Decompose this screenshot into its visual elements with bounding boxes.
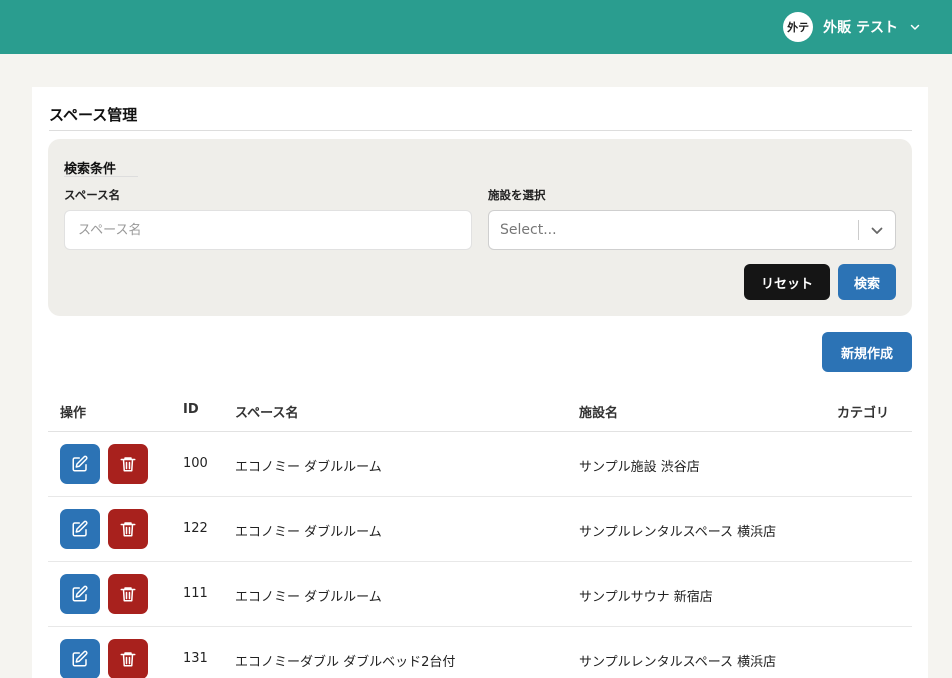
trash-icon <box>120 522 136 537</box>
search-button[interactable]: 検索 <box>838 264 896 300</box>
user-name[interactable]: 外販 テスト <box>823 17 898 37</box>
cell-id: 111 <box>183 586 208 601</box>
facility-select-value: Select... <box>500 222 557 238</box>
edit-icon <box>72 455 88 472</box>
cell-facility-name: サンプルレンタルスペース 横浜店 <box>579 655 777 670</box>
delete-button[interactable] <box>108 444 148 484</box>
delete-button[interactable] <box>108 574 148 614</box>
create-new-button[interactable]: 新規作成 <box>822 332 912 372</box>
page-title: スペース管理 <box>49 106 138 124</box>
header-id: ID <box>183 402 199 417</box>
spaces-table: 操作 ID スペース名 施設名 カテゴリ 100 エコノミー ダブルルーム サン… <box>48 391 912 678</box>
table-row: 100 エコノミー ダブルルーム サンプル施設 渋谷店 <box>48 432 912 497</box>
panel-title-divider <box>64 176 138 177</box>
table-header: 操作 ID スペース名 施設名 カテゴリ <box>48 391 912 432</box>
table-row: 122 エコノミー ダブルルーム サンプルレンタルスペース 横浜店 <box>48 497 912 562</box>
avatar[interactable]: 外テ <box>783 12 814 42</box>
table-row: 111 エコノミー ダブルルーム サンプルサウナ 新宿店 <box>48 562 912 627</box>
edit-icon <box>72 585 88 602</box>
edit-icon <box>72 520 88 537</box>
main-card: スペース管理 検索条件 スペース名 施設を選択 Select... リセット 検… <box>32 87 928 678</box>
edit-button[interactable] <box>60 574 100 614</box>
cell-id: 100 <box>183 456 208 471</box>
header-category: カテゴリ <box>837 406 890 421</box>
reset-button[interactable]: リセット <box>744 264 830 300</box>
space-name-input[interactable] <box>64 210 472 250</box>
select-separator <box>858 220 859 240</box>
cell-space-name: エコノミーダブル ダブルベッド2台付 <box>235 655 456 670</box>
cell-space-name: エコノミー ダブルルーム <box>235 525 382 540</box>
cell-facility-name: サンプルサウナ 新宿店 <box>579 590 713 605</box>
delete-button[interactable] <box>108 509 148 549</box>
cell-id: 122 <box>183 521 208 536</box>
chevron-down-icon[interactable] <box>870 225 884 237</box>
title-divider <box>49 130 912 131</box>
cell-facility-name: サンプルレンタルスペース 横浜店 <box>579 525 777 540</box>
edit-button[interactable] <box>60 509 100 549</box>
space-name-label: スペース名 <box>64 188 121 202</box>
edit-button[interactable] <box>60 444 100 484</box>
header-facility-name: 施設名 <box>579 406 619 421</box>
cell-space-name: エコノミー ダブルルーム <box>235 460 382 475</box>
user-menu[interactable]: 外テ 外販 テスト <box>783 12 920 42</box>
trash-icon <box>120 587 136 602</box>
cell-facility-name: サンプル施設 渋谷店 <box>579 460 700 475</box>
edit-button[interactable] <box>60 639 100 678</box>
trash-icon <box>120 652 136 667</box>
delete-button[interactable] <box>108 639 148 678</box>
edit-icon <box>72 650 88 667</box>
table-row: 131 エコノミーダブル ダブルベッド2台付 サンプルレンタルスペース 横浜店 <box>48 627 912 678</box>
header-space-name: スペース名 <box>235 406 299 421</box>
search-panel: 検索条件 スペース名 施設を選択 Select... リセット 検索 <box>48 139 912 316</box>
search-panel-title: 検索条件 <box>64 162 117 177</box>
facility-label: 施設を選択 <box>488 188 546 202</box>
top-header: 外テ 外販 テスト <box>0 0 952 54</box>
header-actions: 操作 <box>60 406 87 421</box>
trash-icon <box>120 457 136 472</box>
cell-id: 131 <box>183 651 208 666</box>
facility-select[interactable]: Select... <box>488 210 896 250</box>
cell-space-name: エコノミー ダブルルーム <box>235 590 382 605</box>
chevron-down-icon[interactable] <box>910 22 920 32</box>
